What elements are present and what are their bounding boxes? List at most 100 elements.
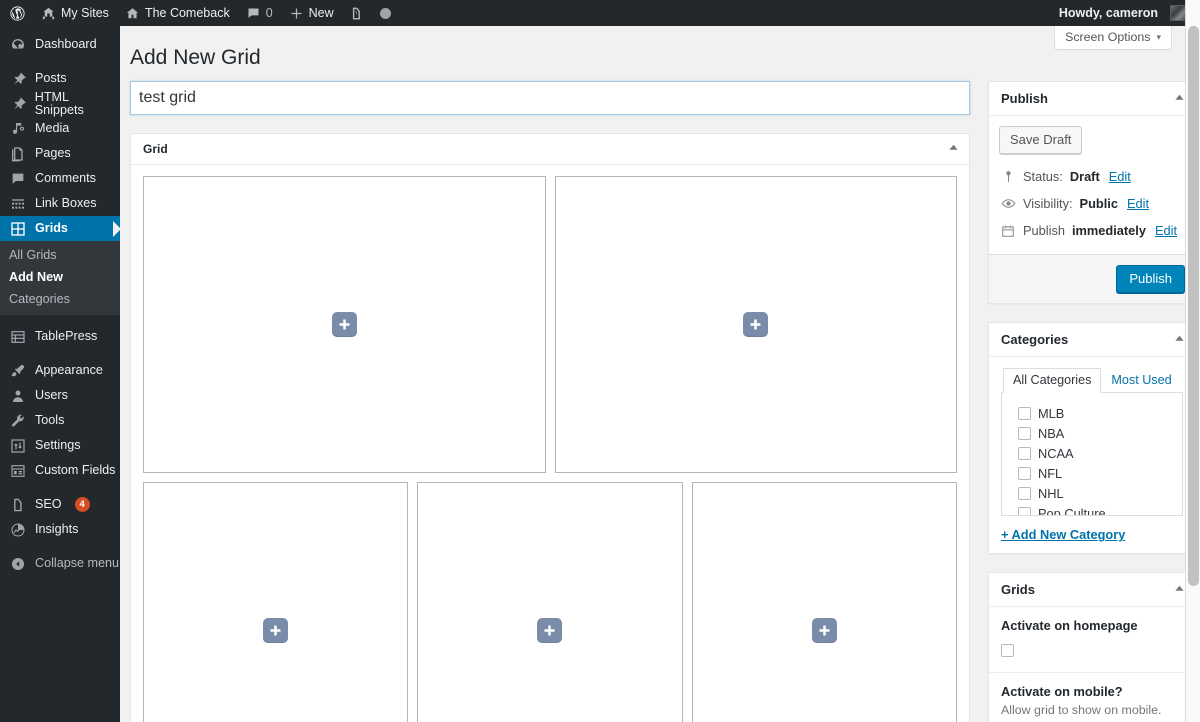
option-activate-on-homepage: Activate on homepage	[989, 607, 1192, 672]
grid-cell[interactable]	[554, 176, 957, 474]
admin-bar-my-account[interactable]: Howdy, cameron	[1051, 0, 1194, 26]
grid-cell[interactable]	[143, 176, 546, 474]
category-label: NFL	[1038, 465, 1063, 481]
editor-sidebar-column: Publish Save Draft Status: Draft Edit Vi…	[988, 81, 1192, 722]
sidebar-item-label: Comments	[35, 171, 96, 186]
sidebar-item-insights[interactable]: Insights	[0, 517, 120, 542]
category-checkbox-nba[interactable]	[1018, 426, 1031, 440]
sidebar-item-posts[interactable]: Posts	[0, 66, 120, 91]
media-icon	[9, 121, 27, 137]
main-content: Screen Options ▾ Add New Grid Grid	[120, 26, 1192, 722]
category-item[interactable]: NCAA	[1010, 443, 1174, 463]
sidebar-item-media[interactable]: Media	[0, 116, 120, 141]
sidebar-subitem-categories[interactable]: Categories	[0, 288, 120, 310]
category-item[interactable]: Pop Culture	[1010, 503, 1174, 516]
sidebar-item-html-snippets[interactable]: HTML Snippets	[0, 91, 120, 116]
menu-separator	[0, 542, 120, 551]
add-module-button[interactable]	[263, 618, 289, 644]
sidebar-item-label: Users	[35, 388, 68, 403]
sidebar-item-settings[interactable]: Settings	[0, 433, 120, 458]
publish-panel: Publish Save Draft Status: Draft Edit Vi…	[988, 81, 1192, 305]
sidebar-subitem-add-new[interactable]: Add New	[0, 266, 120, 288]
admin-bar-item-status[interactable]	[372, 0, 399, 26]
admin-bar-item-new[interactable]: New	[281, 0, 342, 26]
sidebar-subitem-all-grids[interactable]: All Grids	[0, 244, 120, 266]
activate-on-homepage-checkbox[interactable]	[1001, 644, 1014, 658]
howdy-label: Howdy, cameron	[1058, 6, 1158, 20]
admin-bar-item-my-sites[interactable]: My Sites	[33, 0, 117, 26]
sidebar-item-pages[interactable]: Pages	[0, 141, 120, 166]
category-item[interactable]: NFL	[1010, 463, 1174, 483]
category-checkbox-ncaa[interactable]	[1018, 446, 1031, 460]
grid-cell[interactable]	[417, 482, 683, 722]
grid-panel-header[interactable]: Grid	[131, 134, 969, 166]
admin-bar-item-comments[interactable]: 0	[238, 0, 281, 26]
admin-bar: My Sites The Comeback 0 New Howdy, camer…	[0, 0, 1200, 26]
publish-panel-header[interactable]: Publish	[989, 82, 1192, 117]
sidebar-item-link-boxes[interactable]: Link Boxes	[0, 191, 120, 216]
sidebar-item-label: SEO	[35, 497, 62, 512]
add-module-button[interactable]	[743, 312, 769, 338]
admin-bar-item-seo[interactable]	[342, 0, 372, 26]
post-visibility-row: Visibility: Public Edit	[999, 190, 1185, 217]
category-checkbox-mlb[interactable]	[1018, 406, 1031, 420]
sidebar-item-tools[interactable]: Tools	[0, 408, 120, 433]
menu-separator	[0, 349, 120, 358]
major-publishing-actions: Publish	[989, 255, 1192, 304]
sidebar-item-grids[interactable]: Grids	[0, 216, 121, 241]
wordpress-logo-icon	[9, 5, 26, 22]
add-new-category-link[interactable]: + Add New Category	[1001, 527, 1125, 542]
category-item[interactable]: NBA	[1010, 423, 1174, 443]
add-module-button[interactable]	[537, 618, 563, 644]
add-module-button[interactable]	[811, 618, 837, 644]
category-item[interactable]: MLB	[1010, 403, 1174, 423]
scrollbar-thumb[interactable]	[1188, 26, 1199, 586]
category-label: NCAA	[1038, 445, 1074, 461]
sidebar-item-appearance[interactable]: Appearance	[0, 358, 120, 383]
sidebar-item-comments[interactable]: Comments	[0, 166, 120, 191]
grid-cell[interactable]	[691, 482, 957, 722]
chevron-up-icon[interactable]	[948, 142, 959, 153]
editor-main-column: Grid	[130, 81, 970, 722]
grid-row	[143, 176, 957, 474]
collapse-menu-button[interactable]: Collapse menu	[0, 551, 120, 576]
chevron-up-icon[interactable]	[1174, 92, 1185, 103]
save-draft-button[interactable]: Save Draft	[999, 126, 1083, 155]
edit-status-link[interactable]: Edit	[1109, 169, 1131, 184]
edit-schedule-link[interactable]: Edit	[1155, 223, 1177, 238]
sidebar-item-seo[interactable]: SEO 4	[0, 492, 120, 517]
chevron-up-icon[interactable]	[1174, 333, 1185, 344]
grids-options-panel-header[interactable]: Grids	[989, 573, 1192, 608]
category-checkbox-nfl[interactable]	[1018, 466, 1031, 480]
category-checkbox-pop-culture[interactable]	[1018, 506, 1031, 516]
category-checkbox-nhl[interactable]	[1018, 486, 1031, 500]
add-module-button[interactable]	[331, 312, 357, 338]
sidebar-item-tablepress[interactable]: TablePress	[0, 324, 120, 349]
sidebar-item-dashboard[interactable]: Dashboard	[0, 32, 120, 57]
tab-most-used[interactable]: Most Used	[1101, 368, 1181, 393]
admin-bar-item-site-name[interactable]: The Comeback	[117, 0, 238, 26]
grid-title-input[interactable]	[130, 81, 970, 116]
admin-sidebar-menu: Dashboard Posts HTML Snippets Media Page…	[0, 26, 121, 722]
plus-icon	[268, 623, 283, 638]
tab-all-categories[interactable]: All Categories	[1003, 368, 1102, 394]
screen-options-button[interactable]: Screen Options ▾	[1054, 26, 1172, 50]
status-badge: 4	[74, 497, 90, 512]
grid-cell[interactable]	[143, 482, 409, 722]
sidebar-item-label: Appearance	[35, 363, 103, 378]
publish-button[interactable]: Publish	[1116, 265, 1185, 294]
chevron-up-icon[interactable]	[1174, 583, 1185, 594]
categories-panel-header[interactable]: Categories	[989, 323, 1192, 358]
post-schedule-row: Publish immediately Edit	[999, 217, 1185, 244]
user-icon	[9, 388, 27, 404]
plus-icon	[289, 6, 304, 21]
wordpress-logo-menu[interactable]	[0, 0, 33, 26]
sidebar-item-custom-fields[interactable]: Custom Fields	[0, 458, 120, 483]
page-scrollbar[interactable]	[1185, 0, 1200, 722]
sidebar-item-label: Media	[35, 121, 70, 136]
eye-icon	[1000, 196, 1016, 211]
category-item[interactable]: NHL	[1010, 483, 1174, 503]
sidebar-item-label: Link Boxes	[35, 196, 97, 211]
sidebar-item-users[interactable]: Users	[0, 383, 120, 408]
edit-visibility-link[interactable]: Edit	[1127, 196, 1149, 211]
